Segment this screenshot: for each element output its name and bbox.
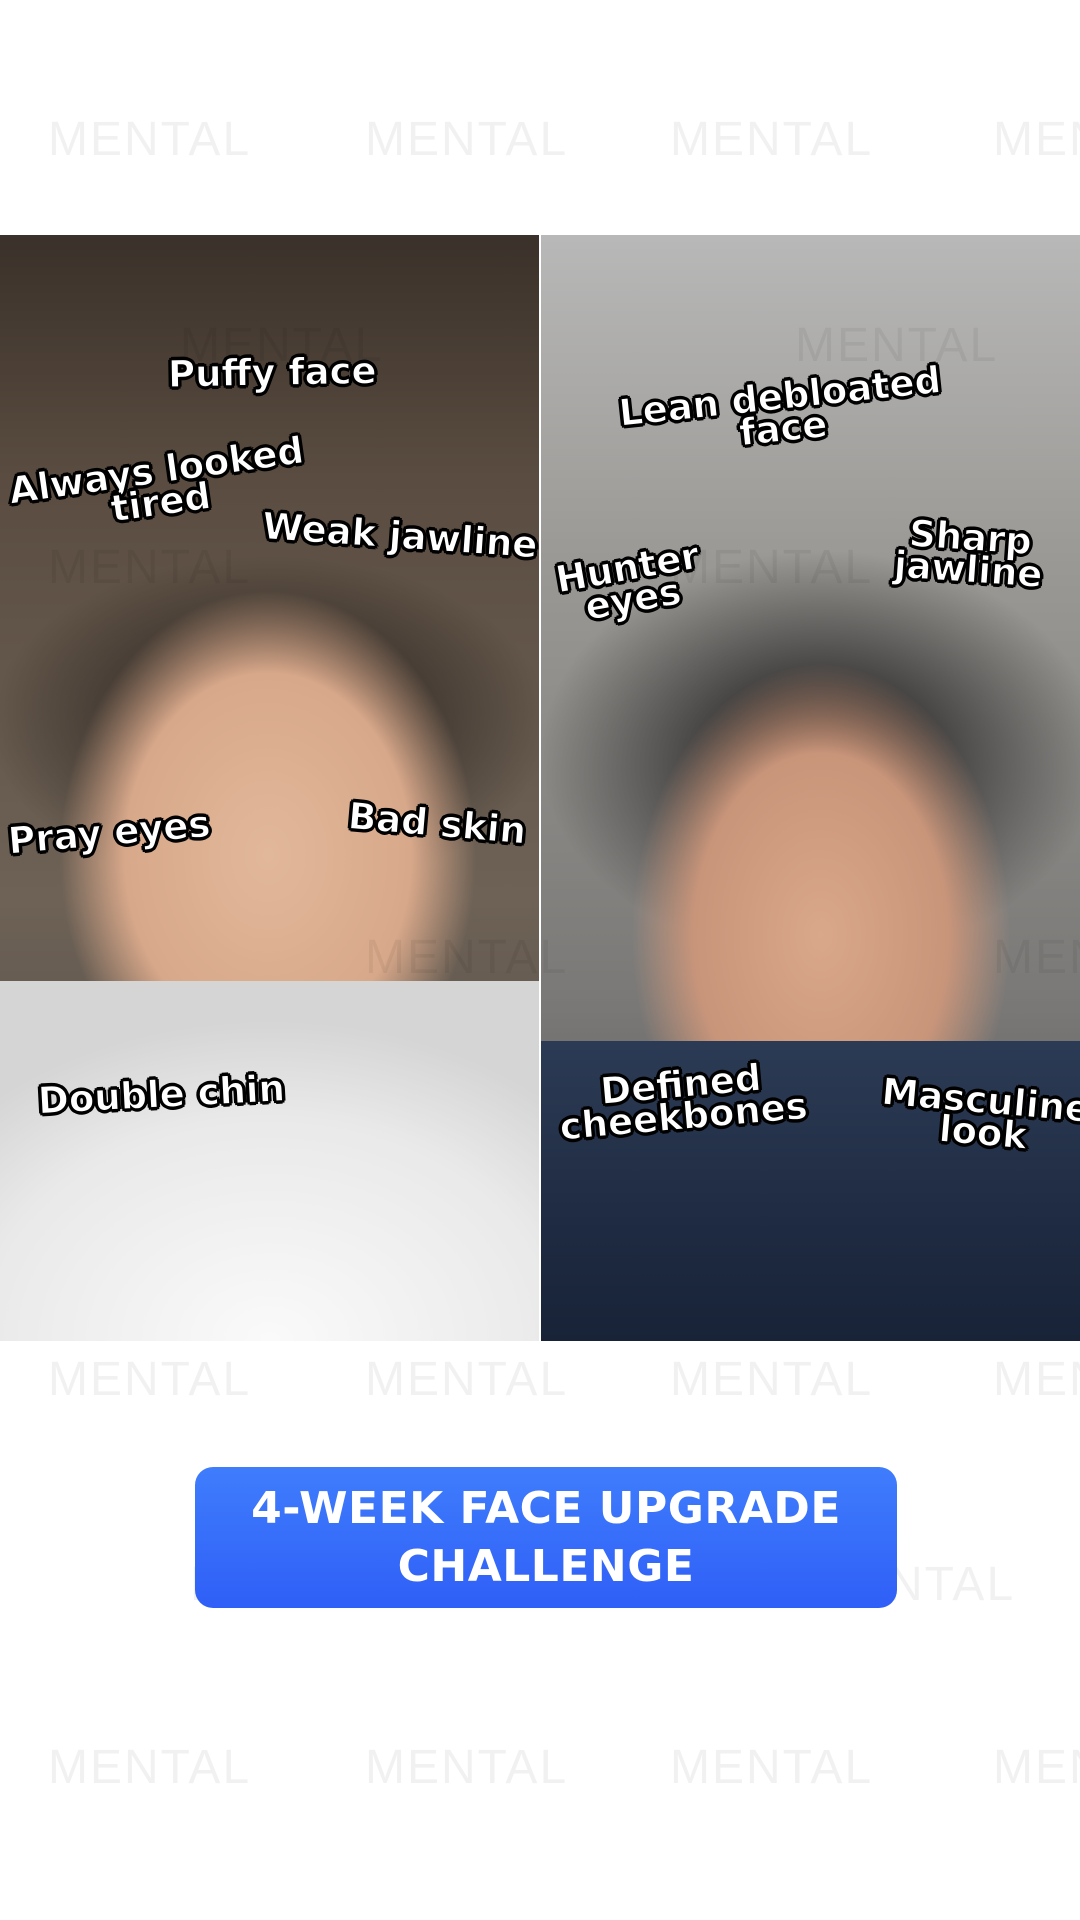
white-shirt bbox=[0, 981, 539, 1341]
watermark-text: MENTAL bbox=[48, 1353, 252, 1406]
watermark-text: MENTAL bbox=[670, 113, 874, 166]
watermark-text: MENTAL bbox=[993, 1741, 1080, 1794]
challenge-cta-button[interactable]: 4-WEEK FACE UPGRADE CHALLENGE bbox=[195, 1467, 897, 1608]
watermark-text: MENTAL bbox=[48, 113, 252, 166]
challenge-cta-label: 4-WEEK FACE UPGRADE CHALLENGE bbox=[251, 1482, 841, 1592]
before-photo bbox=[0, 235, 539, 1341]
watermark-text: MENTAL bbox=[670, 1353, 874, 1406]
label-sharp-jawline: Sharp jawline bbox=[892, 511, 1044, 597]
watermark-text: MENTAL bbox=[365, 1353, 569, 1406]
watermark-text: MENTAL bbox=[993, 1353, 1080, 1406]
watermark-text: MENTAL bbox=[993, 113, 1080, 166]
watermark-text: MENTAL bbox=[365, 1741, 569, 1794]
watermark-text: MENTAL bbox=[48, 1741, 252, 1794]
label-double-chin: Double chin bbox=[37, 1066, 287, 1123]
watermark-text: MENTAL bbox=[670, 1741, 874, 1794]
watermark-text: MENTAL bbox=[365, 113, 569, 166]
label-puffy-face: Puffy face bbox=[167, 349, 377, 397]
